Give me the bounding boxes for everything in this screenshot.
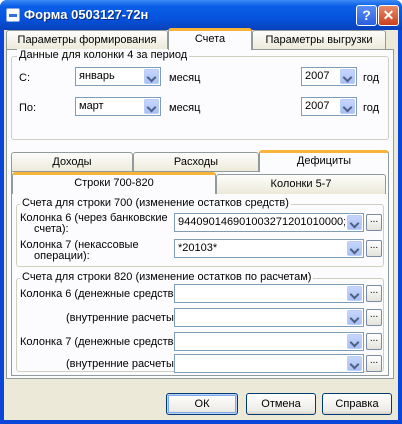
cancel-button[interactable]: Отмена — [246, 393, 316, 415]
title-bar[interactable]: Форма 0503127-72н ? ✕ — [0, 0, 402, 30]
ok-button[interactable]: ОК — [166, 393, 238, 415]
chevron-down-icon[interactable] — [347, 310, 362, 325]
from-year-value: 2007 — [305, 70, 330, 82]
chevron-down-icon[interactable] — [144, 69, 159, 84]
to-year-value: 2007 — [305, 100, 330, 112]
row700-col6-select[interactable]: 944090146901003271201010000;9440901 — [174, 213, 364, 232]
row700-legend: Счета для строки 700 (изменение остатков… — [20, 197, 291, 209]
row700-col6-value: 944090146901003271201010000;9440901 — [178, 216, 345, 228]
row700-col7-browse-button[interactable]: ... — [366, 240, 382, 257]
to-month-select[interactable]: март — [75, 97, 161, 116]
tab-columns-5-7[interactable]: Колонки 5-7 — [216, 174, 386, 194]
row820-col6-money-label: Колонка 6 (денежные средства): — [20, 288, 187, 300]
to-month-label: месяц — [169, 102, 201, 114]
from-month-label: месяц — [169, 72, 201, 84]
row820-col6-internal-browse-button[interactable]: ... — [366, 309, 382, 326]
row820-col6-internal-select[interactable] — [174, 308, 364, 327]
chevron-down-icon[interactable] — [347, 215, 362, 230]
row820-col7-internal-browse-button[interactable]: ... — [366, 355, 382, 372]
row820-col6-money-browse-button[interactable]: ... — [366, 285, 382, 302]
from-label: С: — [19, 72, 30, 84]
dialog-window: Форма 0503127-72н ? ✕ Параметры формиров… — [0, 0, 402, 424]
tab-parameters[interactable]: Параметры формирования — [6, 30, 168, 50]
row820-col7-money-select[interactable] — [174, 332, 364, 351]
dialog-client: Параметры формирования Счета Параметры в… — [4, 28, 398, 420]
row820-col7-internal-select[interactable] — [174, 354, 364, 373]
help-title-button[interactable]: ? — [356, 5, 377, 26]
chevron-down-icon[interactable] — [347, 356, 362, 371]
chevron-down-icon[interactable] — [347, 334, 362, 349]
tab-rows-700-820[interactable]: Строки 700-820 — [12, 172, 216, 194]
chevron-down-icon[interactable] — [144, 99, 159, 114]
chevron-down-icon[interactable] — [340, 99, 355, 114]
row820-col7-internal-label: (внутренние расчеты): — [66, 358, 181, 370]
deficits-panel: Строки 700-820 Колонки 5-7 Счета для стр… — [11, 171, 389, 376]
chevron-down-icon[interactable] — [347, 241, 362, 256]
tab-income[interactable]: Доходы — [11, 152, 133, 172]
tab-accounts[interactable]: Счета — [168, 28, 252, 50]
tab-deficits[interactable]: Дефициты — [259, 150, 389, 172]
chevron-down-icon[interactable] — [340, 69, 355, 84]
row700-col6-label-line2: счета): — [34, 223, 69, 235]
row820-col7-money-browse-button[interactable]: ... — [366, 333, 382, 350]
help-button[interactable]: Справка — [322, 393, 392, 415]
tab-expenses[interactable]: Расходы — [133, 152, 259, 172]
to-month-value: март — [79, 100, 104, 112]
row820-col6-money-select[interactable] — [174, 284, 364, 303]
from-month-select[interactable]: январь — [75, 67, 161, 86]
close-button[interactable]: ✕ — [378, 5, 399, 26]
from-year-label: год — [363, 72, 380, 84]
row820-col6-internal-label: (внутренние расчеты): — [66, 312, 181, 324]
tab-export[interactable]: Параметры выгрузки — [252, 30, 386, 50]
row700-col7-value: *20103* — [178, 242, 218, 254]
row700-col7-select[interactable]: *20103* — [174, 239, 364, 258]
from-year-select[interactable]: 2007 — [301, 67, 357, 86]
to-label: По: — [19, 102, 37, 114]
row700-col6-browse-button[interactable]: ... — [366, 214, 382, 231]
row820-col7-money-label: Колонка 7 (денежные средства): — [20, 336, 187, 348]
to-year-select[interactable]: 2007 — [301, 97, 357, 116]
to-year-label: год — [363, 102, 380, 114]
accounts-panel: Данные для колонки 4 за период С: январь… — [6, 49, 394, 379]
app-icon — [6, 8, 20, 22]
from-month-value: январь — [79, 70, 115, 82]
chevron-down-icon[interactable] — [347, 286, 362, 301]
row700-col7-label-line2: операции): — [34, 250, 90, 262]
window-title: Форма 0503127-72н — [24, 7, 149, 22]
row820-legend: Счета для строки 820 (изменение остатков… — [20, 271, 314, 283]
period-legend: Данные для колонки 4 за период — [17, 49, 190, 61]
